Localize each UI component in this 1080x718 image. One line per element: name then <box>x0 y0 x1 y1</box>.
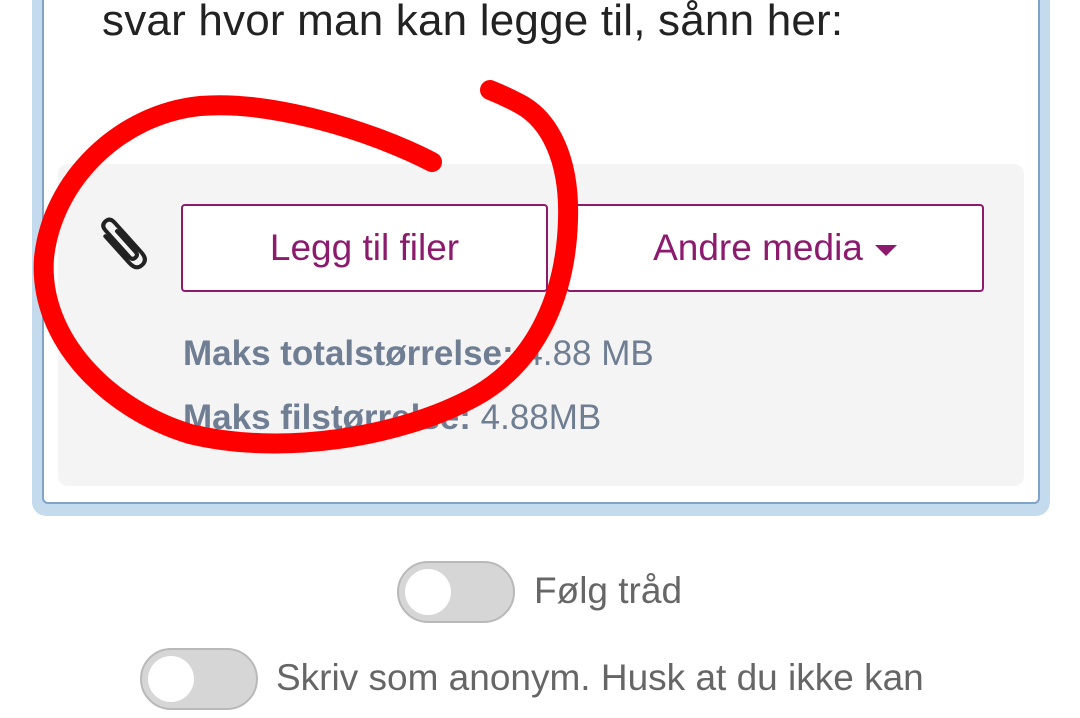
anonymous-toggle[interactable] <box>140 648 258 710</box>
reply-editor: svar hvor man kan legge til, sånn her: L… <box>32 0 1050 516</box>
editor-body[interactable]: svar hvor man kan legge til, sånn her: L… <box>42 0 1040 504</box>
max-total-label: Maks totalstørrelse: <box>183 334 514 373</box>
anonymous-label: Skriv som anonym. Husk at du ikke kan <box>276 657 924 698</box>
paperclip-icon <box>101 217 147 270</box>
page: svar hvor man kan legge til, sånn her: L… <box>0 0 1080 718</box>
toggle-knob <box>148 656 194 702</box>
max-file-value: 4.88MB <box>480 398 602 437</box>
toggle-knob <box>405 569 451 615</box>
add-files-label: Legg til filer <box>269 227 460 268</box>
follow-thread-toggle[interactable] <box>397 561 515 623</box>
follow-thread-label: Følg tråd <box>534 570 683 611</box>
other-media-label: Andre media <box>653 227 863 268</box>
max-file-size: Maks filstørrelse: 4.88MB <box>183 398 601 438</box>
caret-down-icon <box>874 244 897 256</box>
editor-text[interactable]: svar hvor man kan legge til, sånn her: <box>102 0 843 46</box>
max-total-value: 4.88 MB <box>523 334 654 373</box>
attachment-panel: Legg til filer Andre media Maks totalstø… <box>58 164 1024 486</box>
max-file-label: Maks filstørrelse: <box>183 398 471 437</box>
add-files-button[interactable]: Legg til filer <box>181 204 548 292</box>
max-total-size: Maks totalstørrelse: 4.88 MB <box>183 334 654 374</box>
other-media-dropdown[interactable]: Andre media <box>566 204 984 292</box>
